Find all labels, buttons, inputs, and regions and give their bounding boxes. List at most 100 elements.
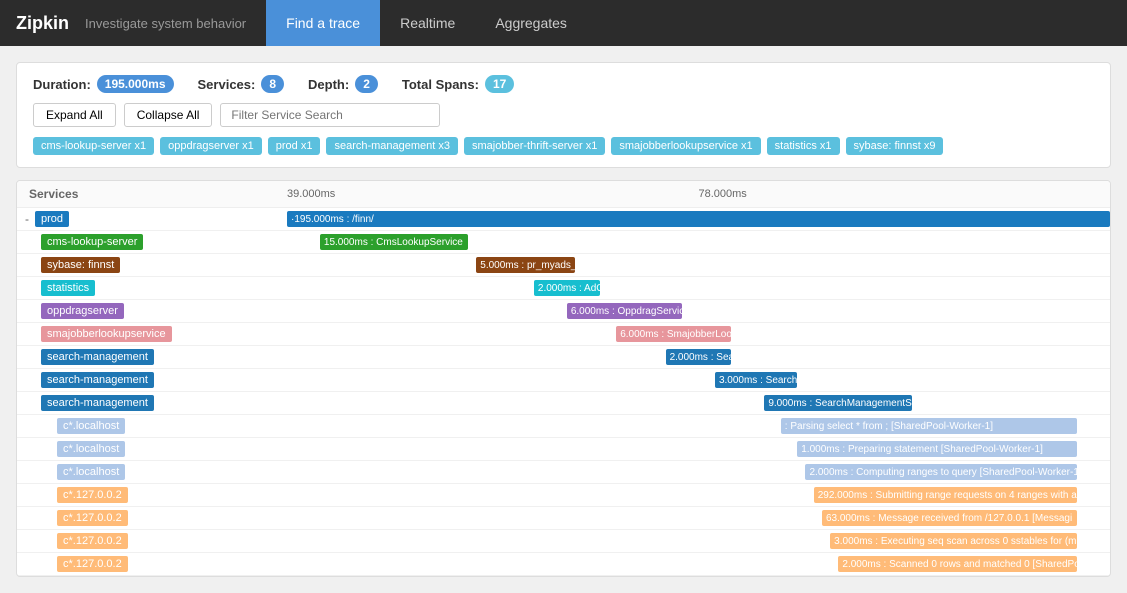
service-name-label: search-management: [41, 395, 154, 411]
span-bar[interactable]: 63.000ms : Message received from /127.0.…: [822, 510, 1077, 526]
table-row[interactable]: c*.127.0.0.2 292.000ms : Submitting range…: [17, 484, 1110, 507]
total-spans-label: Total Spans:: [402, 77, 479, 92]
table-row[interactable]: sybase: finnst 5.000ms : pr_myads_paginat…: [17, 254, 1110, 277]
service-tag[interactable]: search-management x3: [326, 137, 458, 155]
trace-span-col: ·195.000ms : /finn/: [287, 208, 1110, 230]
span-bar[interactable]: 3.000ms : Executing seq scan across 0 ss…: [830, 533, 1077, 549]
table-row[interactable]: cms-lookup-server 15.000ms : CmsLookupSer…: [17, 231, 1110, 254]
span-bar[interactable]: 2.000ms : Computing ranges to query [Sha…: [805, 464, 1077, 480]
service-tag[interactable]: prod x1: [268, 137, 321, 155]
table-row[interactable]: c*.127.0.0.2 2.000ms : Scanned 0 rows and…: [17, 553, 1110, 576]
service-tag[interactable]: smajobber-thrift-server x1: [464, 137, 605, 155]
summary-bar: Duration: 195.000ms Services: 8 Depth: 2…: [16, 62, 1111, 168]
service-name-label: c*.127.0.0.2: [57, 556, 128, 572]
service-tag[interactable]: oppdragserver x1: [160, 137, 262, 155]
trace-service-col: smajobberlookupservice: [17, 324, 287, 344]
services-item: Services: 8: [198, 75, 285, 93]
span-bar[interactable]: 9.000ms : SearchManagementService: [764, 395, 912, 411]
summary-row: Duration: 195.000ms Services: 8 Depth: 2…: [33, 75, 1094, 93]
span-bar[interactable]: : Parsing select * from ; [SharedPool-Wo…: [781, 418, 1077, 434]
service-name-label: c*.127.0.0.2: [57, 487, 128, 503]
main-content: Duration: 195.000ms Services: 8 Depth: 2…: [0, 46, 1127, 593]
span-bar[interactable]: 2.000ms : AdCountService: [534, 280, 600, 296]
nav-tabs: Find a traceRealtimeAggregates: [266, 0, 587, 46]
trace-service-col: sybase: finnst: [17, 255, 287, 275]
table-row[interactable]: c*.localhost 2.000ms : Computing ranges t…: [17, 461, 1110, 484]
span-bar[interactable]: 3.000ms : SearchManagementService: [715, 372, 797, 388]
trace-service-col: search-management: [17, 370, 287, 390]
service-name-label: prod: [35, 211, 69, 227]
service-tag[interactable]: smajobberlookupservice x1: [611, 137, 760, 155]
trace-service-col: c*.localhost: [17, 462, 287, 482]
table-row[interactable]: search-management 3.000ms : SearchManagem…: [17, 369, 1110, 392]
table-row[interactable]: search-management 9.000ms : SearchManagem…: [17, 392, 1110, 415]
depth-item: Depth: 2: [308, 75, 378, 93]
span-bar[interactable]: 6.000ms : SmajobberLookupService: [616, 326, 731, 342]
service-tag[interactable]: statistics x1: [767, 137, 840, 155]
tab-realtime[interactable]: Realtime: [380, 0, 475, 46]
trace-service-col: cms-lookup-server: [17, 232, 287, 252]
service-name-label: search-management: [41, 372, 154, 388]
span-bar[interactable]: 6.000ms : OppdragService: [567, 303, 682, 319]
table-row[interactable]: statistics 2.000ms : AdCountService: [17, 277, 1110, 300]
trace-span-col: 2.000ms : SearchManagementService: [287, 346, 1110, 368]
span-bar[interactable]: 2.000ms : Scanned 0 rows and matched 0 […: [838, 556, 1077, 572]
table-row[interactable]: search-management 2.000ms : SearchManagem…: [17, 346, 1110, 369]
button-row: Expand All Collapse All: [33, 103, 1094, 127]
filter-service-input[interactable]: [220, 103, 440, 127]
trace-span-col: 15.000ms : CmsLookupService: [287, 231, 1110, 253]
table-row[interactable]: c*.127.0.0.2 3.000ms : Executing seq scan…: [17, 530, 1110, 553]
span-bar[interactable]: 5.000ms : pr_myads_pagination_ordered: [476, 257, 575, 273]
collapse-icon[interactable]: -: [25, 212, 29, 226]
table-row[interactable]: c*.localhost : Parsing select * from ; [S…: [17, 415, 1110, 438]
service-tag[interactable]: sybase: finnst x9: [846, 137, 944, 155]
top-navigation: Zipkin Investigate system behavior Find …: [0, 0, 1127, 46]
service-name-label: oppdragserver: [41, 303, 124, 319]
service-name-label: c*.localhost: [57, 441, 125, 457]
table-row[interactable]: c*.localhost 1.000ms : Preparing statemen…: [17, 438, 1110, 461]
trace-header-time1: 39.000ms: [287, 188, 699, 200]
service-tags: cms-lookup-server x1 oppdragserver x1 prod…: [33, 137, 1094, 155]
services-label: Services:: [198, 77, 256, 92]
trace-service-col: c*.127.0.0.2: [17, 554, 287, 574]
trace-span-col: 2.000ms : Scanned 0 rows and matched 0 […: [287, 553, 1110, 575]
service-name-label: statistics: [41, 280, 95, 296]
span-bar[interactable]: 1.000ms : Preparing statement [SharedPoo…: [797, 441, 1077, 457]
trace-span-col: 2.000ms : Computing ranges to query [Sha…: [287, 461, 1110, 483]
duration-label: Duration:: [33, 77, 91, 92]
service-tag[interactable]: cms-lookup-server x1: [33, 137, 154, 155]
trace-service-col: statistics: [17, 278, 287, 298]
total-spans-item: Total Spans: 17: [402, 75, 514, 93]
service-name-label: search-management: [41, 349, 154, 365]
table-row[interactable]: oppdragserver 6.000ms : OppdragService: [17, 300, 1110, 323]
duration-value: 195.000ms: [97, 75, 174, 93]
trace-span-col: 6.000ms : SmajobberLookupService: [287, 323, 1110, 345]
span-bar[interactable]: 292.000ms : Submitting range requests on…: [814, 487, 1077, 503]
trace-container: Services 39.000ms 78.000ms -prod·195.000…: [16, 180, 1111, 577]
trace-span-col: 6.000ms : OppdragService: [287, 300, 1110, 322]
trace-header-time2: 78.000ms: [699, 188, 1111, 200]
collapse-all-button[interactable]: Collapse All: [124, 103, 213, 127]
trace-span-col: 1.000ms : Preparing statement [SharedPoo…: [287, 438, 1110, 460]
trace-span-col: 3.000ms : Executing seq scan across 0 ss…: [287, 530, 1110, 552]
expand-all-button[interactable]: Expand All: [33, 103, 116, 127]
table-row[interactable]: -prod·195.000ms : /finn/: [17, 208, 1110, 231]
depth-value: 2: [355, 75, 378, 93]
tab-aggregates[interactable]: Aggregates: [475, 0, 587, 46]
table-row[interactable]: c*.127.0.0.2 63.000ms : Message received …: [17, 507, 1110, 530]
trace-service-col: c*.127.0.0.2: [17, 485, 287, 505]
trace-service-col: c*.127.0.0.2: [17, 508, 287, 528]
span-bar[interactable]: ·195.000ms : /finn/: [287, 211, 1110, 227]
trace-span-col: 5.000ms : pr_myads_pagination_ordered: [287, 254, 1110, 276]
service-name-label: cms-lookup-server: [41, 234, 143, 250]
trace-service-col: c*.127.0.0.2: [17, 531, 287, 551]
total-spans-value: 17: [485, 75, 514, 93]
trace-service-col: -prod: [17, 209, 287, 229]
table-row[interactable]: smajobberlookupservice 6.000ms : Smajobbe…: [17, 323, 1110, 346]
span-bar[interactable]: 2.000ms : SearchManagementService: [666, 349, 732, 365]
trace-span-col: 3.000ms : SearchManagementService: [287, 369, 1110, 391]
service-name-label: c*.localhost: [57, 418, 125, 434]
service-name-label: sybase: finnst: [41, 257, 120, 273]
span-bar[interactable]: 15.000ms : CmsLookupService: [320, 234, 468, 250]
tab-find-trace[interactable]: Find a trace: [266, 0, 380, 46]
